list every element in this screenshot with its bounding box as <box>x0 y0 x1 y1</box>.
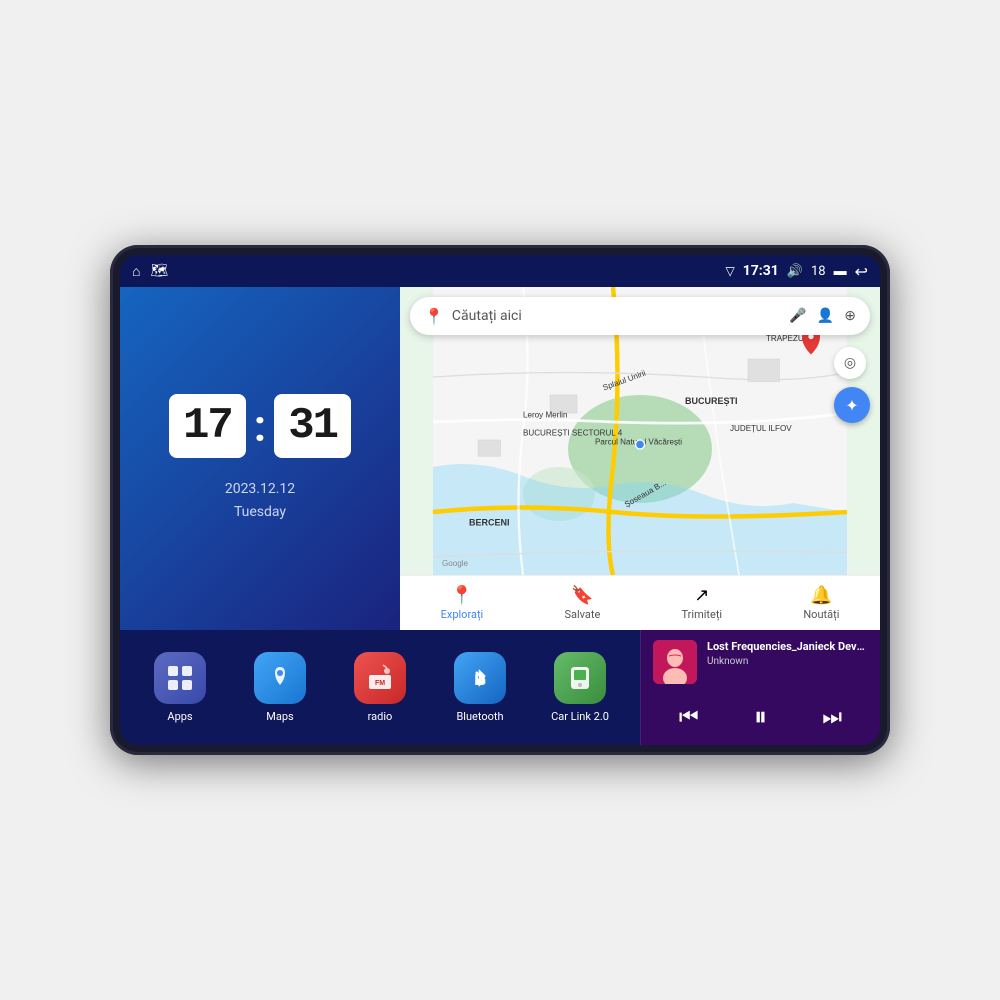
clock-hour: 17 <box>169 394 246 458</box>
bottom-section: Apps Maps <box>120 630 880 745</box>
layers-icon[interactable]: ⊕ <box>844 308 856 324</box>
bluetooth-label: Bluetooth <box>456 710 503 723</box>
map-search-text[interactable]: Căutați aici <box>452 308 781 324</box>
carlink-label: Car Link 2.0 <box>551 710 609 723</box>
maps-label: Maps <box>266 710 293 723</box>
maps-status-icon[interactable]: 🗺 <box>150 263 168 279</box>
date-display: 2023.12.12 Tuesday <box>225 478 295 523</box>
nav-salvate[interactable]: 🔖 Salvate <box>552 581 612 625</box>
svg-text:BUCUREȘTI SECTORUL 4: BUCUREȘTI SECTORUL 4 <box>523 429 623 438</box>
apps-panel: Apps Maps <box>120 630 640 745</box>
clock-panel: 17 : 31 2023.12.12 Tuesday <box>120 287 400 630</box>
time-display: 17:31 <box>743 263 779 279</box>
music-title: Lost Frequencies_Janieck Devy-... <box>707 640 868 653</box>
svg-text:FM: FM <box>375 680 385 687</box>
clock-colon: : <box>254 404 266 448</box>
salvate-label: Salvate <box>564 608 600 621</box>
svg-text:BUCUREȘTI: BUCUREȘTI <box>685 396 738 406</box>
music-artist: Unknown <box>707 656 868 667</box>
status-bar-right: ▽ 17:31 🔊 18 ▬ ↩ <box>725 262 868 281</box>
top-section: 17 : 31 2023.12.12 Tuesday 📍 Căutați aic… <box>120 287 880 630</box>
day-value: Tuesday <box>225 501 295 523</box>
map-pin-icon: 📍 <box>424 307 444 326</box>
map-panel[interactable]: 📍 Căutați aici 🎤 👤 ⊕ <box>400 287 880 630</box>
svg-text:Leroy Merlin: Leroy Merlin <box>523 411 567 420</box>
nav-noutati[interactable]: 🔔 Noutăți <box>791 581 851 625</box>
account-icon[interactable]: 👤 <box>817 308 834 324</box>
volume-level: 18 <box>811 264 826 279</box>
app-apps[interactable]: Apps <box>150 652 210 723</box>
status-bar-left: ⌂ 🗺 <box>132 263 168 280</box>
apps-label: Apps <box>167 710 192 723</box>
app-radio[interactable]: FM radio <box>350 652 410 723</box>
explorati-label: Explorați <box>441 608 484 621</box>
music-text: Lost Frequencies_Janieck Devy-... Unknow… <box>707 640 868 667</box>
music-thumbnail <box>653 640 697 684</box>
svg-text:BERCENI: BERCENI <box>469 518 510 528</box>
apps-icon <box>154 652 206 704</box>
map-search-icons: 🎤 👤 ⊕ <box>789 308 856 324</box>
mic-icon[interactable]: 🎤 <box>789 308 806 324</box>
main-content: 17 : 31 2023.12.12 Tuesday 📍 Căutați aic… <box>120 287 880 745</box>
nav-explorati[interactable]: 📍 Explorați <box>429 581 496 625</box>
svg-text:JUDEȚUL ILFOV: JUDEȚUL ILFOV <box>730 424 792 433</box>
compass-btn[interactable]: ✦ <box>834 387 870 423</box>
date-value: 2023.12.12 <box>225 478 295 500</box>
music-info: Lost Frequencies_Janieck Devy-... Unknow… <box>653 640 868 684</box>
radio-icon: FM <box>354 652 406 704</box>
next-button[interactable]: ⏭ <box>814 699 850 735</box>
trimiteti-label: Trimiteți <box>682 608 723 621</box>
maps-icon <box>254 652 306 704</box>
map-bottom-nav: 📍 Explorați 🔖 Salvate ↗ Trimiteți 🔔 <box>400 575 880 630</box>
explorati-icon: 📍 <box>451 585 473 606</box>
noutati-label: Noutăți <box>803 608 839 621</box>
clock-display: 17 : 31 <box>169 394 351 458</box>
map-search-bar[interactable]: 📍 Căutați aici 🎤 👤 ⊕ <box>410 297 870 335</box>
noutati-icon: 🔔 <box>810 585 832 606</box>
car-screen-device: ⌂ 🗺 ▽ 17:31 🔊 18 ▬ ↩ 17 : 31 <box>110 245 890 755</box>
trimiteti-icon: ↗ <box>694 585 709 606</box>
home-icon[interactable]: ⌂ <box>132 263 140 280</box>
signal-icon: ▽ <box>725 264 734 278</box>
bluetooth-icon: ʙ <box>454 652 506 704</box>
map-controls: ◎ ✦ <box>834 347 870 423</box>
play-pause-button[interactable]: ⏸ <box>742 699 778 735</box>
radio-label: radio <box>368 710 393 723</box>
status-bar: ⌂ 🗺 ▽ 17:31 🔊 18 ▬ ↩ <box>120 255 880 287</box>
app-carlink[interactable]: Car Link 2.0 <box>550 652 610 723</box>
salvate-icon: 🔖 <box>571 585 593 606</box>
music-panel: Lost Frequencies_Janieck Devy-... Unknow… <box>640 630 880 745</box>
screen: ⌂ 🗺 ▽ 17:31 🔊 18 ▬ ↩ 17 : 31 <box>120 255 880 745</box>
app-bluetooth[interactable]: ʙ Bluetooth <box>450 652 510 723</box>
prev-button[interactable]: ⏮ <box>671 699 707 735</box>
location-btn[interactable]: ◎ <box>834 347 866 379</box>
battery-icon: ▬ <box>834 263 847 279</box>
music-controls: ⏮ ⏸ ⏭ <box>653 695 868 735</box>
volume-icon: 🔊 <box>787 264 803 279</box>
clock-minute: 31 <box>274 394 351 458</box>
svg-text:Google: Google <box>442 559 469 568</box>
nav-trimiteti[interactable]: ↗ Trimiteți <box>670 581 735 625</box>
carlink-icon <box>554 652 606 704</box>
app-maps[interactable]: Maps <box>250 652 310 723</box>
back-icon[interactable]: ↩ <box>855 262 868 281</box>
